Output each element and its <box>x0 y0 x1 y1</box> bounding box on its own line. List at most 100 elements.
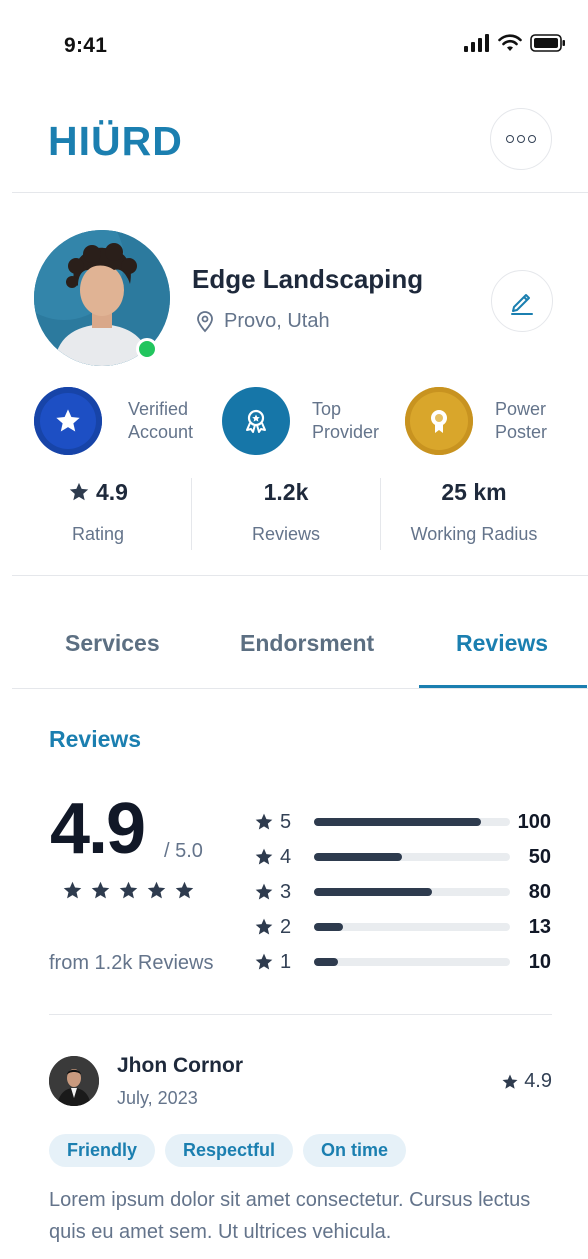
star-icon <box>255 918 273 935</box>
stats-row: 4.9 Rating 1.2k Reviews 25 km Working Ra… <box>0 476 588 552</box>
distribution-bar-fill <box>314 923 344 931</box>
distribution-count: 13 <box>528 915 551 938</box>
tabs-divider <box>12 688 588 689</box>
award-icon <box>246 409 266 433</box>
logo: HIÜRD <box>48 118 183 164</box>
location-text: Provo, Utah <box>224 310 330 332</box>
stat-label: Rating <box>71 524 125 544</box>
app-header: HIÜRD <box>0 100 588 194</box>
distribution-bar-fill <box>314 853 403 861</box>
rating-scale: / 5.0 <box>164 840 203 862</box>
star-icon <box>147 881 166 899</box>
distribution-star-level: 1 <box>280 950 292 973</box>
wifi-icon <box>498 34 522 51</box>
badge-icon-bg <box>222 387 290 455</box>
reviews-divider <box>49 1014 552 1015</box>
badge-label: Verified Account <box>128 399 194 442</box>
more-dot-icon <box>517 135 525 143</box>
distribution-row: 4 50 <box>254 843 554 871</box>
star-icon <box>91 881 110 899</box>
star-icon <box>56 409 80 432</box>
review-tag: Friendly <box>49 1134 156 1167</box>
stat-label: Reviews <box>251 524 321 544</box>
stat-label: Working Radius <box>410 524 538 544</box>
stat-value: 25 km <box>441 478 507 505</box>
average-rating: 4.9 <box>50 789 146 869</box>
tab-endorsment[interactable]: Endorsment <box>240 630 374 657</box>
profile-name: Edge Landscaping <box>192 264 424 294</box>
review-tag: On time <box>303 1134 407 1167</box>
pencil-icon <box>511 294 533 315</box>
tab-services[interactable]: Services <box>65 630 160 657</box>
badge-icon-bg <box>34 387 102 455</box>
reviewer-name: Jhon Cornor <box>117 1054 243 1077</box>
distribution-bar-track <box>314 853 510 861</box>
stat-rating: 4.9 Rating <box>4 476 192 545</box>
tab-reviews[interactable]: Reviews <box>456 630 548 657</box>
distribution-bar-track <box>314 958 510 966</box>
distribution-row: 3 80 <box>254 878 554 906</box>
distribution-count: 100 <box>517 810 551 833</box>
star-icon <box>63 881 82 899</box>
stat-working-radius: 25 km Working Radius <box>380 476 568 545</box>
review-tags: Friendly Respectful On time <box>49 1134 407 1167</box>
distribution-star-level: 2 <box>280 915 292 938</box>
distribution-count: 10 <box>528 950 551 973</box>
star-icon <box>502 1074 518 1089</box>
status-icons <box>464 34 566 52</box>
distribution-row: 5 100 <box>254 808 554 836</box>
star-icon <box>255 848 273 865</box>
distribution-star-level: 5 <box>280 810 292 833</box>
review-rating: 4.9 <box>501 1070 552 1093</box>
more-dot-icon <box>506 135 514 143</box>
tab-bar: Services Endorsment Reviews <box>0 618 588 688</box>
stat-value: 4.9 <box>4 476 192 508</box>
distribution-bar-fill <box>314 958 338 966</box>
distribution-bar-track <box>314 923 510 931</box>
battery-icon <box>530 34 565 52</box>
profile-avatar-wrap[interactable] <box>34 230 170 366</box>
distribution-star-level: 4 <box>280 845 292 868</box>
distribution-row: 1 10 <box>254 948 554 976</box>
distribution-row: 2 13 <box>254 913 554 941</box>
stat-value: 1.2k <box>263 478 309 505</box>
distribution-bar-fill <box>314 818 481 826</box>
edit-profile-button[interactable] <box>491 270 553 332</box>
badge-power-poster[interactable]: Power Poster <box>405 387 547 455</box>
distribution-count: 80 <box>528 880 551 903</box>
star-icon <box>255 883 273 900</box>
distribution-star-level: 3 <box>280 880 292 903</box>
review-date: July, 2023 <box>117 1088 198 1108</box>
rating-stars <box>62 880 195 901</box>
distribution-bar-track <box>314 888 510 896</box>
status-time: 9:41 <box>64 34 108 57</box>
distribution-bar-fill <box>314 888 432 896</box>
star-icon <box>255 953 273 970</box>
badge-verified-account[interactable]: Verified Account <box>34 387 193 455</box>
review-text: Lorem ipsum dolor sit amet consectetur. … <box>49 1189 531 1243</box>
review-tag: Respectful <box>165 1134 294 1167</box>
medal-icon <box>431 410 447 433</box>
more-options-button[interactable] <box>490 108 552 170</box>
badge-icon-bg <box>405 387 473 455</box>
header-divider <box>12 192 588 193</box>
status-bar: 9:41 <box>0 0 588 90</box>
distribution-bar-track <box>314 818 510 826</box>
location-pin-icon <box>197 310 213 332</box>
badges-row: Verified Account Top Provider Power Post… <box>0 387 588 457</box>
distribution-count: 50 <box>528 845 551 868</box>
reviewer-avatar[interactable] <box>49 1056 99 1106</box>
stat-reviews: 1.2k Reviews <box>192 476 380 545</box>
reviews-section-title: Reviews <box>49 726 142 752</box>
signal-icon <box>464 34 489 52</box>
star-icon <box>255 813 273 830</box>
star-icon <box>69 482 89 501</box>
online-status-dot <box>136 338 158 360</box>
profile-location: Provo, Utah <box>196 310 330 333</box>
star-icon <box>119 881 138 899</box>
badge-top-provider[interactable]: Top Provider <box>222 387 379 455</box>
badge-label: Top Provider <box>312 399 380 442</box>
review-count-text: from 1.2k Reviews <box>49 952 214 974</box>
stats-divider <box>12 575 588 576</box>
star-icon <box>175 881 194 899</box>
